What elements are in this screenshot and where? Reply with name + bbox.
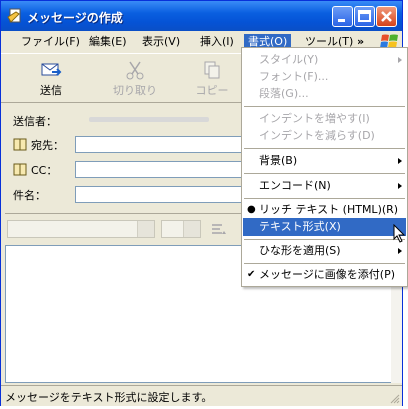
copy-label: コピー — [195, 84, 229, 97]
menu-edit[interactable]: 編集(E) — [85, 34, 131, 50]
menu-separator — [244, 239, 405, 240]
menu-item-increase-indent[interactable]: インデントを増やす(I) — [243, 110, 406, 128]
cc-field[interactable] — [75, 161, 255, 178]
minimize-button[interactable] — [332, 6, 353, 27]
menu-item-apply-template-label: ひな形を適用(S) — [259, 244, 341, 257]
status-bar: メッセージをテキスト形式に設定します。 — [1, 385, 402, 406]
menu-item-send-pictures[interactable]: ✔ メッセージに画像を添付(P) — [243, 266, 406, 284]
title-bar[interactable]: メッセージの作成 — [1, 1, 402, 31]
submenu-arrow-icon — [398, 57, 402, 63]
maximize-icon — [358, 10, 371, 22]
window-title: メッセージの作成 — [27, 11, 123, 25]
menu-item-plain-text[interactable]: テキスト形式(X) — [243, 218, 406, 236]
close-icon — [381, 11, 392, 22]
copy-icon — [204, 61, 220, 79]
cut-label: 切り取り — [113, 84, 157, 97]
checkmark-icon: ✔ — [247, 269, 256, 280]
menu-separator — [244, 106, 405, 107]
scissors-icon — [126, 61, 144, 80]
cc-label: CC： — [31, 164, 58, 177]
menu-item-decrease-indent-label: インデントを減らす(D) — [259, 129, 375, 142]
menu-item-encoding-label: エンコード(N) — [259, 179, 331, 192]
chevron-down-icon[interactable] — [183, 221, 200, 237]
menu-item-rich-text[interactable]: ● リッチ テキスト (HTML)(R) — [243, 201, 406, 219]
submenu-arrow-icon — [398, 248, 402, 254]
submenu-arrow-icon — [398, 183, 402, 189]
maximize-button[interactable] — [354, 6, 375, 27]
menu-item-background-label: 背景(B) — [259, 154, 298, 167]
menu-item-plain-text-label: テキスト形式(X) — [259, 220, 341, 233]
menu-separator — [244, 198, 405, 199]
menu-item-style[interactable]: スタイル(Y) — [243, 51, 406, 69]
menu-separator — [244, 173, 405, 174]
cut-button[interactable]: 切り取り — [107, 58, 163, 98]
font-size-combo[interactable] — [161, 220, 201, 238]
menu-item-increase-indent-label: インデントを増やす(I) — [259, 112, 370, 125]
menu-item-decrease-indent[interactable]: インデントを減らす(D) — [243, 127, 406, 145]
menu-item-font-label: フォント(F)... — [259, 70, 329, 83]
menu-item-apply-template[interactable]: ひな形を適用(S) — [243, 242, 406, 260]
chevron-down-icon[interactable] — [137, 221, 154, 237]
menu-item-send-pictures-label: メッセージに画像を添付(P) — [259, 268, 395, 281]
copy-button[interactable]: コピー — [184, 58, 240, 98]
menu-separator — [244, 148, 405, 149]
close-button[interactable] — [376, 6, 397, 27]
send-button[interactable]: 送信 — [23, 58, 79, 98]
subject-label: 件名： — [13, 189, 46, 202]
redacted-sender — [89, 117, 209, 122]
menu-item-rich-text-label: リッチ テキスト (HTML)(R) — [259, 203, 399, 216]
radio-bullet-icon: ● — [247, 204, 256, 215]
menu-item-background[interactable]: 背景(B) — [243, 152, 406, 170]
to-label: 宛先： — [31, 139, 64, 152]
subject-field[interactable] — [75, 186, 255, 203]
compose-message-icon — [7, 8, 21, 23]
menu-view[interactable]: 表示(V) — [138, 34, 184, 50]
from-label: 送信者： — [13, 115, 57, 128]
menu-item-paragraph[interactable]: 段落(G)... — [243, 85, 406, 103]
send-label: 送信 — [40, 84, 62, 97]
send-icon — [41, 63, 62, 76]
menu-item-encoding[interactable]: エンコード(N) — [243, 177, 406, 195]
from-field[interactable] — [75, 111, 255, 128]
format-menu: スタイル(Y) フォント(F)... 段落(G)... インデントを増やす(I)… — [241, 47, 408, 287]
address-book-icon[interactable] — [13, 138, 27, 151]
submenu-arrow-icon — [398, 158, 402, 164]
to-field[interactable] — [75, 136, 255, 153]
menu-item-font[interactable]: フォント(F)... — [243, 68, 406, 86]
resize-grip-icon[interactable] — [390, 394, 400, 404]
menu-item-paragraph-label: 段落(G)... — [259, 87, 309, 100]
menu-item-style-label: スタイル(Y) — [259, 53, 319, 66]
address-book-cc-icon[interactable] — [13, 163, 27, 176]
minimize-icon — [338, 19, 345, 22]
mouse-pointer-icon — [393, 224, 406, 243]
font-name-combo[interactable] — [7, 220, 155, 238]
menu-insert[interactable]: 挿入(I) — [196, 34, 238, 50]
menu-separator — [244, 263, 405, 264]
status-text: メッセージをテキスト形式に設定します。 — [5, 391, 213, 404]
paragraph-style-icon[interactable] — [210, 222, 228, 238]
menu-file[interactable]: ファイル(F) — [17, 34, 84, 50]
